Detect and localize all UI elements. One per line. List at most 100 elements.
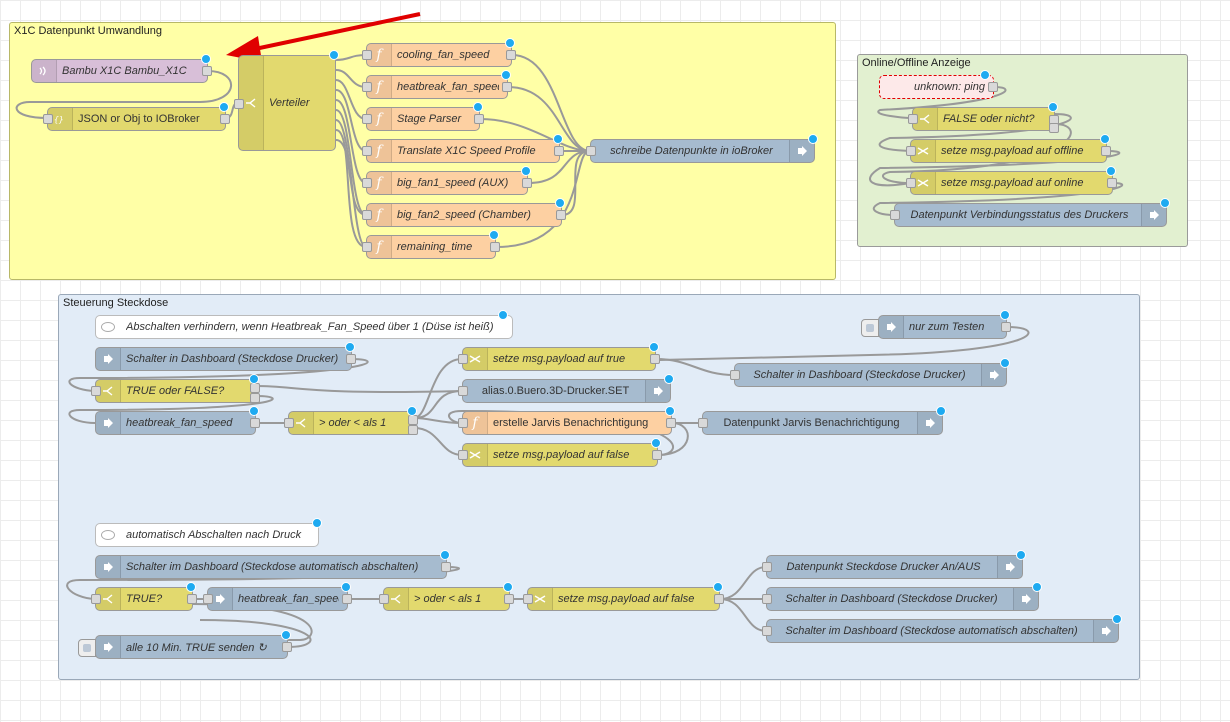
status-dot <box>312 518 322 528</box>
output-port[interactable] <box>502 82 512 92</box>
output-port[interactable] <box>650 354 660 364</box>
output-port[interactable] <box>554 146 564 156</box>
input-port[interactable] <box>362 178 372 188</box>
output-port[interactable] <box>202 66 212 76</box>
input-port[interactable] <box>362 50 372 60</box>
inject-trigger-button[interactable] <box>78 639 96 657</box>
input-port[interactable] <box>698 418 708 428</box>
input-port[interactable] <box>43 114 53 124</box>
switch-node-groesser-2[interactable]: > oder < als 1 <box>379 582 514 611</box>
output-port[interactable] <box>714 594 724 604</box>
output-port[interactable] <box>1001 322 1011 332</box>
input-port[interactable] <box>458 386 468 396</box>
input-port[interactable] <box>890 210 900 220</box>
switch-node-false-oder-nicht[interactable]: FALSE oder nicht? <box>908 102 1059 133</box>
output-port[interactable] <box>506 50 516 60</box>
input-port[interactable] <box>91 386 101 396</box>
output-port[interactable] <box>282 642 292 652</box>
function-node-big-fan1[interactable]: f big_fan1_speed (AUX) <box>362 166 532 195</box>
output-port[interactable] <box>522 178 532 188</box>
input-port[interactable] <box>458 354 468 364</box>
comment-node-abschalten[interactable]: Abschalten verhindern, wenn Heatbreak_Fa… <box>95 310 513 339</box>
input-port[interactable] <box>908 114 918 124</box>
iobroker-out-jarvis[interactable]: Datenpunkt Jarvis Benachrichtigung <box>698 406 946 435</box>
switch-node-true-q[interactable]: TRUE? <box>91 582 197 611</box>
function-node-cooling[interactable]: f cooling_fan_speed <box>362 38 516 67</box>
change-node-online[interactable]: setze msg.payload auf online <box>906 166 1117 195</box>
input-port[interactable] <box>762 562 772 572</box>
iobroker-out-verbindungsstatus[interactable]: Datenpunkt Verbindungsstatus des Drucker… <box>890 198 1170 227</box>
input-port[interactable] <box>203 594 213 604</box>
input-port[interactable] <box>362 114 372 124</box>
arrow-in-icon <box>96 412 121 434</box>
ping-node-unknown[interactable]: unknown: ping <box>879 70 998 99</box>
switch-node-verteiler[interactable]: Verteiler <box>234 50 339 151</box>
change-node-offline[interactable]: setze msg.payload auf offline <box>906 134 1111 163</box>
output-port[interactable] <box>187 594 197 604</box>
function-node-stage-parser[interactable]: f Stage Parser <box>362 102 484 131</box>
output-port[interactable] <box>408 415 418 425</box>
input-port[interactable] <box>730 370 740 380</box>
output-port[interactable] <box>342 594 352 604</box>
output-port[interactable] <box>666 418 676 428</box>
input-port[interactable] <box>762 594 772 604</box>
switch-node-groesser-1[interactable]: > oder < als 1 <box>284 406 418 435</box>
function-node-remaining-time[interactable]: f remaining_time <box>362 230 500 259</box>
iobroker-out-schalter-dashboard-2[interactable]: Schalter in Dashboard (Steckdose Drucker… <box>762 582 1042 611</box>
iobroker-in-schalter-auto[interactable]: Schalter im Dashboard (Steckdose automat… <box>95 550 451 579</box>
input-port[interactable] <box>362 242 372 252</box>
iobroker-out-schalter-auto[interactable]: Schalter im Dashboard (Steckdose automat… <box>762 614 1122 643</box>
output-port-2[interactable] <box>408 425 418 435</box>
input-port[interactable] <box>458 450 468 460</box>
comment-node-auto-abschalten[interactable]: automatisch Abschalten nach Druck <box>95 518 322 547</box>
input-port[interactable] <box>762 626 772 636</box>
input-port[interactable] <box>234 99 244 109</box>
output-port[interactable] <box>1107 178 1117 188</box>
output-port-2[interactable] <box>1049 123 1059 133</box>
iobroker-in-heatbreak[interactable]: heatbreak_fan_speed <box>95 406 260 435</box>
mqtt-in-node-bambu[interactable]: Bambu X1C Bambu_X1C <box>31 54 212 83</box>
iobroker-out-schreibe[interactable]: schreibe Datenpunkte in ioBroker <box>586 134 818 163</box>
change-node-set-true[interactable]: setze msg.payload auf true <box>458 342 660 371</box>
output-port[interactable] <box>220 114 230 124</box>
output-port[interactable] <box>346 354 356 364</box>
input-port[interactable] <box>362 82 372 92</box>
function-node-heatbreak[interactable]: f heatbreak_fan_speed <box>362 70 512 99</box>
function-node-big-fan2[interactable]: f big_fan2_speed (Chamber) <box>362 198 566 227</box>
output-port[interactable] <box>441 562 451 572</box>
input-port[interactable] <box>362 210 372 220</box>
output-port[interactable] <box>250 383 260 393</box>
input-port[interactable] <box>458 418 468 428</box>
output-port[interactable] <box>652 450 662 460</box>
input-port[interactable] <box>284 418 294 428</box>
input-port[interactable] <box>523 594 533 604</box>
output-port-2[interactable] <box>250 393 260 403</box>
output-port[interactable] <box>250 418 260 428</box>
input-port[interactable] <box>91 594 101 604</box>
output-port[interactable] <box>988 82 998 92</box>
switch-node-true-oder-false[interactable]: TRUE oder FALSE? <box>91 374 260 403</box>
iobroker-out-alias[interactable]: alias.0.Buero.3D-Drucker.SET <box>458 374 674 403</box>
inject-trigger-button[interactable] <box>861 319 879 337</box>
iobroker-get-heatbreak[interactable]: heatbreak_fan_speed <box>203 582 352 611</box>
change-node-set-false-1[interactable]: setze msg.payload auf false <box>458 438 662 467</box>
inject-node-nur-zum-testen[interactable]: nur zum Testen <box>861 310 1011 339</box>
input-port[interactable] <box>362 146 372 156</box>
iobroker-out-schalter-dashboard-1[interactable]: Schalter in Dashboard (Steckdose Drucker… <box>730 358 1010 387</box>
function-node-translate[interactable]: f Translate X1C Speed Profile <box>362 134 564 163</box>
output-port[interactable] <box>490 242 500 252</box>
iobroker-out-steckdose-an-aus[interactable]: Datenpunkt Steckdose Drucker An/AUS <box>762 550 1026 579</box>
output-port[interactable] <box>504 594 514 604</box>
output-port[interactable] <box>474 114 484 124</box>
input-port[interactable] <box>906 146 916 156</box>
output-port[interactable] <box>1101 146 1111 156</box>
inject-node-alle-10-min[interactable]: alle 10 Min. TRUE senden ↻ <box>78 630 292 659</box>
output-port[interactable] <box>556 210 566 220</box>
input-port[interactable] <box>379 594 389 604</box>
change-node-set-false-2[interactable]: setze msg.payload auf false <box>523 582 724 611</box>
json-obj-node[interactable]: {} JSON or Obj to IOBroker <box>43 102 230 131</box>
input-port[interactable] <box>586 146 596 156</box>
iobroker-in-schalter-dashboard[interactable]: Schalter in Dashboard (Steckdose Drucker… <box>95 342 356 371</box>
input-port[interactable] <box>906 178 916 188</box>
function-node-jarvis[interactable]: f erstelle Jarvis Benachrichtigung <box>458 406 676 435</box>
